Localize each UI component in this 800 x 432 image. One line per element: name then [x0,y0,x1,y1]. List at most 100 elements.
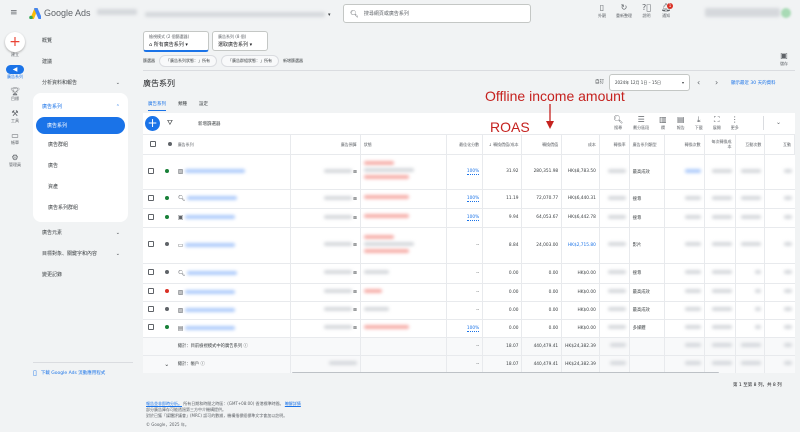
appearance-button[interactable]: ▯ 外觀 [598,4,606,19]
optimization-score[interactable]: 100% [446,154,484,190]
rail-admin[interactable]: ⚙ 管理員 [0,153,30,168]
nav-ad-groups[interactable]: 廣告群組 [33,134,128,155]
campaign-name[interactable]: 🔍︎ [174,189,291,209]
menu-icon[interactable]: ≡ [10,8,18,18]
column-header[interactable]: 轉換次數 [664,135,705,155]
column-header[interactable]: 互動 [764,135,795,155]
help-icon[interactable]: ⓘ [201,362,205,367]
nav-campaigns[interactable]: 廣告系列 [36,117,125,134]
campaign-name[interactable]: ▨ [174,154,291,190]
rail-tools[interactable]: ⚒ 工具 [0,109,30,124]
toolbar-expand-button[interactable]: ⛶ 展開 [713,116,721,131]
report-info-link[interactable]: 報告並非即時分析。 [146,401,182,406]
help-button[interactable]: ?⃝ 說明 [642,4,651,19]
nav-ad-elements[interactable]: 廣告元素 ⌄ [33,222,128,243]
campaign-name[interactable]: ▣ [174,208,291,228]
campaign-name[interactable]: ▭ [174,227,291,264]
budget-cell[interactable]: ⊠ [290,283,361,302]
filter-chip[interactable]: 「廣告群組狀態：」所有 [221,55,279,67]
filter-chip[interactable]: 「廣告系列狀態：」所有 [159,55,217,67]
view-dropdown[interactable]: 檢視模式 (2 個篩選器) ⌂ 所有廣告系列 ▾ [143,31,209,52]
status-dot[interactable] [158,263,175,284]
table-row[interactable]: 🔍︎ ⊠ 100% 11.19 72,070.77 HK$6,440.31 搜尋 [143,189,795,209]
horizontal-scrollbar[interactable] [292,372,719,373]
column-header[interactable]: 最佳化分數 [446,135,484,155]
rail-billing[interactable]: ▭ 帳單 [0,131,30,146]
status-dot[interactable] [158,301,175,320]
add-campaign-button[interactable]: + [145,116,160,131]
table-row[interactable]: 🔍︎ ⊠ -- 0.00 0.00 HK$0.00 搜尋 [143,263,795,284]
save-button[interactable]: ▣ 儲存 [780,52,788,67]
toolbar-download-button[interactable]: ⤓ 下載 [695,116,703,131]
row-checkbox[interactable] [143,263,159,284]
row-checkbox[interactable] [143,154,159,190]
learn-more-link[interactable]: 瞭解詳情 [285,401,301,406]
tab-campaigns[interactable]: 廣告系列 [148,101,166,111]
toolbar-columns-button[interactable]: ▥ 欄 [659,116,667,131]
column-header[interactable]: 廣告系列 [174,135,291,155]
nav-audiences-keywords[interactable]: 目標對象、關鍵字和內容 ⌄ [33,243,128,264]
status-dot[interactable] [158,227,175,264]
nav-insights-reports[interactable]: 分析資料和報告 ⌄ [33,72,128,93]
table-row[interactable]: ▭ ⊠ -- 8.84 24,003.00 HK$2,715.80 影片 [143,227,795,264]
nav-campaign-groups[interactable]: 廣告系列群組 [33,197,128,218]
row-checkbox[interactable] [143,283,159,302]
prev-period-button[interactable]: ‹ [697,78,700,87]
column-header[interactable]: 轉換率 [599,135,630,155]
select-all-checkbox[interactable] [143,135,159,155]
nav-change-history[interactable]: 變更記錄 [33,264,128,285]
budget-cell[interactable]: ⊠ [290,189,361,209]
optimization-score[interactable]: 100% [446,208,484,228]
tab-types[interactable]: 類種 [178,101,187,111]
column-header[interactable]: ↓ 轉換價值/成本 [482,135,523,155]
avatar[interactable] [781,8,791,18]
filter-icon[interactable]: ⛛ [167,119,173,128]
row-checkbox[interactable] [143,208,159,228]
budget-cell[interactable]: ⊠ [290,263,361,284]
campaign-name[interactable]: ▤ [174,319,291,338]
next-period-button[interactable]: › [715,78,718,87]
search-input[interactable]: 🔍︎ 搜尋網頁或廣告系列 [343,4,531,23]
account-dropdown-icon[interactable]: ▾ [328,12,331,18]
nav-ads[interactable]: 廣告 [33,155,128,176]
nav-campaigns-header[interactable]: 廣告系列 ⌃ [33,96,128,117]
help-icon[interactable]: ⓘ [244,344,248,349]
rail-goals[interactable]: 🏆︎ 目標 [0,87,30,102]
campaign-name[interactable]: ▨ [174,283,291,302]
column-header[interactable]: 轉換價值 [521,135,563,155]
column-header[interactable]: 狀態 [360,135,447,155]
account-path[interactable] [145,12,325,17]
nav-assets[interactable]: 資產 [33,176,128,197]
budget-cell[interactable]: ⊠ [290,301,361,320]
rail-create[interactable]: + 建立 [0,28,30,58]
expand-chevron-icon[interactable]: ⌄ [164,361,169,368]
table-row[interactable]: ▨ ⊠ 100% 31.92 280,351.98 HK$8,783.50 最高… [143,154,795,190]
user-account[interactable] [705,8,780,17]
row-checkbox[interactable] [143,189,159,209]
table-row[interactable]: ▤ ⊠ 100% 0.00 0.00 HK$0.00 多媒體 [143,319,795,338]
campaign-dropdown[interactable]: 廣告系列 (8 個) 選取廣告系列 ▾ [212,31,268,51]
toolbar-more-button[interactable]: ⋮ 更多 [731,116,739,131]
column-header[interactable]: 廣告預算 [290,135,361,155]
notifications-button[interactable]: 🔔︎ 1 通知 [661,3,674,19]
refresh-button[interactable]: ↻ 重新整理 [616,4,632,19]
table-row[interactable]: ▨ ⊠ -- 0.00 0.00 HK$0.00 最高成效 [143,283,795,302]
collapse-toolbar-icon[interactable]: ⌄ [776,119,781,126]
campaign-name[interactable]: ▨ [174,301,291,320]
campaign-name[interactable]: 🔍︎ [174,263,291,284]
toolbar-segment-button[interactable]: ☰ 劃分區段 [633,116,649,131]
status-dot[interactable] [158,319,175,338]
column-header[interactable]: 廣告系列類型 [629,135,666,155]
budget-cell[interactable]: ⊠ [290,208,361,228]
status-dot[interactable] [158,208,175,228]
column-header[interactable]: 每次轉換成本 [704,135,736,155]
optimization-score[interactable]: 100% [446,319,484,338]
toolbar-report-button[interactable]: ▤ 報告 [677,116,685,131]
nav-recommendations[interactable]: 建議 [33,51,128,72]
status-column-header[interactable] [158,135,175,155]
download-app-link[interactable]: ▯ 下載 Google Ads 流動應用程式 [33,362,133,377]
last-30-days-link[interactable]: 顯示最近 30 天的資料 [731,80,776,86]
column-header[interactable]: 互動次數 [735,135,766,155]
add-filter-button[interactable]: 新增篩選器 [198,121,221,127]
tab-settings[interactable]: 設定 [199,101,208,111]
